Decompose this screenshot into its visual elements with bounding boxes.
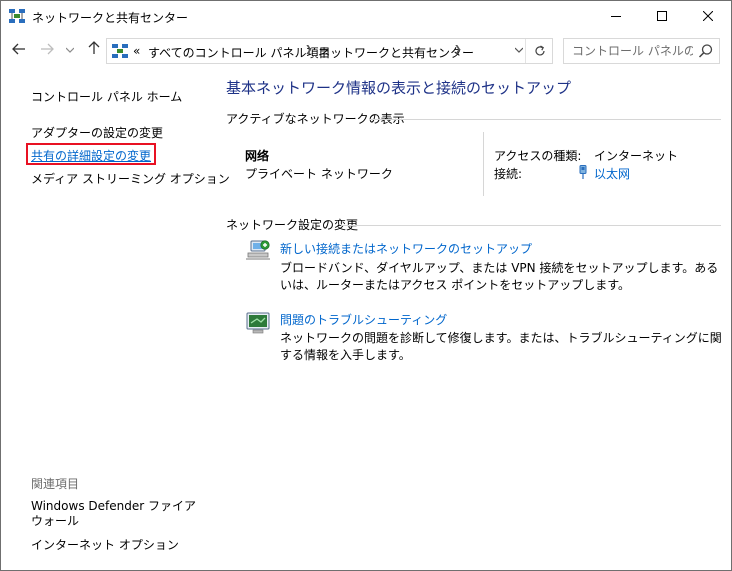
access-type-label: アクセスの種類: [494,149,582,163]
internet-options-link[interactable]: インターネット オプション [31,536,179,553]
arrow-left-icon [12,43,25,55]
chevron-down-icon [65,47,75,53]
advanced-sharing-settings-link[interactable]: 共有の詳細設定の変更 [31,147,151,164]
page-title: 基本ネットワーク情報の表示と接続のセットアップ [226,79,572,97]
windows-defender-firewall-link[interactable]: Windows Defender ファイアウォール [31,499,201,529]
window-title: ネットワークと共有センター [32,11,189,25]
new-connection-description: ブロードバンド、ダイヤルアップ、または VPN 接続をセットアップします。あるい… [280,261,719,292]
search-icon[interactable] [698,43,714,59]
vertical-divider [483,132,484,196]
change-network-settings-heading: ネットワーク設定の変更 [226,218,359,232]
section-divider [369,119,721,120]
address-dropdown-button[interactable] [513,39,525,63]
troubleshoot-icon [246,312,270,334]
troubleshoot-link[interactable]: 問題のトラブルシューティング [280,311,447,328]
ethernet-status-link[interactable]: 以太网 [594,165,630,182]
address-bar[interactable]: « すべてのコントロール パネル項目 ❯ ネットワークと共有センター ❯ [106,38,553,64]
refresh-icon [534,45,545,56]
chevron-right-icon[interactable]: ❯ [305,45,313,55]
connection-label: 接続: [494,167,523,181]
minimize-button[interactable] [593,1,639,31]
maximize-icon [657,11,667,21]
new-connection-link[interactable]: 新しい接続またはネットワークのセットアップ [280,240,532,257]
search-input[interactable] [563,38,720,64]
forward-button[interactable] [37,42,57,60]
breadcrumb-all-items[interactable]: すべてのコントロール パネル項目 [148,44,331,61]
control-panel-home-link[interactable]: コントロール パネル ホーム [31,88,182,105]
arrow-right-icon [41,43,54,55]
arrow-up-icon [88,41,100,54]
back-button[interactable] [9,42,29,60]
network-type: プライベート ネットワーク [245,167,393,181]
window: ネットワークと共有センター « すべてのコントロール パネル項目 ❯ ネットワー… [0,0,732,571]
access-type-value: インターネット [594,149,679,163]
navigation-bar: « すべてのコントロール パネル項目 ❯ ネットワークと共有センター ❯ [1,31,731,71]
control-panel-icon [112,44,128,58]
breadcrumb-current[interactable]: ネットワークと共有センター [318,44,474,61]
title-bar: ネットワークと共有センター [1,1,731,31]
troubleshoot-description: ネットワークの問題を診断して修復します。または、トラブルシューティングに関する情… [280,331,722,362]
new-connection-icon [246,240,270,260]
left-pane: コントロール パネル ホーム アダプターの設定の変更 共有の詳細設定の変更 メデ… [2,71,230,570]
refresh-button[interactable] [525,39,553,63]
close-icon [703,11,713,21]
change-adapter-settings-link[interactable]: アダプターの設定の変更 [31,124,163,141]
network-name: 网络 [245,149,270,163]
chevron-down-icon [514,47,524,53]
close-button[interactable] [685,1,731,31]
network-center-icon [9,9,25,23]
chevron-right-icon[interactable]: ❯ [454,45,462,55]
section-divider [341,225,721,226]
minimize-icon [611,16,621,17]
ethernet-icon [579,165,587,179]
recent-locations-button[interactable] [63,42,77,60]
maximize-button[interactable] [639,1,685,31]
media-streaming-options-link[interactable]: メディア ストリーミング オプション [31,170,230,187]
breadcrumb-overflow[interactable]: « [133,44,140,58]
up-button[interactable] [85,41,103,59]
related-items-heading: 関連項目 [31,477,80,491]
